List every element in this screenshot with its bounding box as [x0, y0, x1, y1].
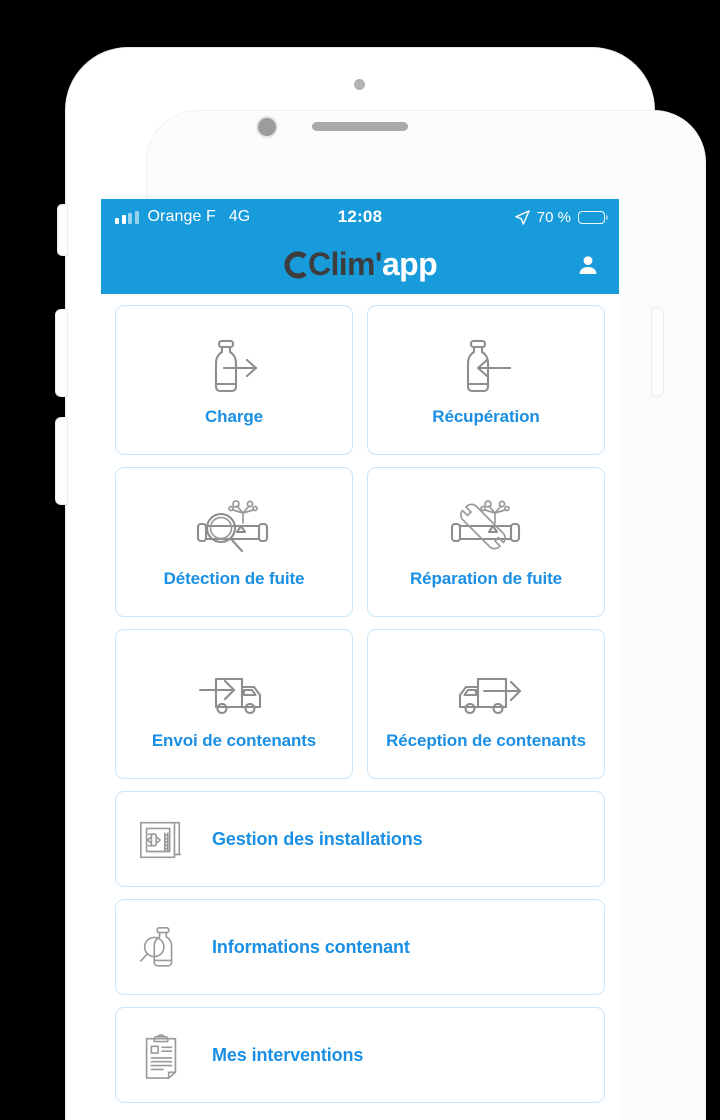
- truck-arrow-out-icon: [438, 656, 534, 728]
- tile-label: Réparation de fuite: [409, 569, 563, 589]
- cylinder-arrow-in-icon: [447, 332, 525, 404]
- tile-reparation-de-fuite[interactable]: Réparation de fuite: [367, 467, 605, 617]
- logo-c-mark-icon: [283, 249, 308, 281]
- tile-reception-de-contenants[interactable]: Réception de contenants: [367, 629, 605, 779]
- app-header: Clim' app: [101, 235, 619, 294]
- truck-arrow-in-icon: [186, 656, 282, 728]
- tile-charge[interactable]: Charge: [115, 305, 353, 455]
- location-arrow-icon: [515, 209, 530, 225]
- tile-label: Envoi de contenants: [151, 731, 317, 751]
- tile-label: Détection de fuite: [163, 569, 305, 589]
- phone-screen: Orange F 4G 12:08 70 % Clim' app Charge …: [101, 199, 619, 1120]
- status-bar-left: Orange F 4G: [115, 208, 250, 226]
- tile-label: Mes interventions: [212, 1044, 364, 1065]
- tile-label: Charge: [205, 407, 263, 427]
- carrier-name: Orange F: [147, 208, 216, 225]
- volume-down-button[interactable]: [56, 418, 67, 504]
- tile-label: Informations contenant: [212, 936, 410, 957]
- tile-detection-de-fuite[interactable]: Détection de fuite: [115, 467, 353, 617]
- proximity-sensor-icon: [354, 79, 365, 90]
- status-bar: Orange F 4G 12:08 70 %: [101, 199, 619, 235]
- app-logo-light-text: app: [381, 246, 438, 282]
- battery-percent-label: 70 %: [536, 208, 571, 226]
- tile-mes-interventions[interactable]: Mes interventions: [115, 1007, 605, 1103]
- screenshot-stage: Orange F 4G 12:08 70 % Clim' app Charge …: [0, 0, 720, 1120]
- home-menu: Charge Récupération Détection de fuite R…: [101, 294, 619, 1103]
- tile-gestion-des-installations[interactable]: Gestion des installations: [115, 791, 605, 887]
- status-bar-right: 70 %: [515, 208, 608, 226]
- tile-informations-contenant[interactable]: Informations contenant: [115, 899, 605, 995]
- tile-label: Gestion des installations: [212, 828, 423, 849]
- clipboard-document-icon: [136, 1029, 186, 1081]
- earpiece-speaker-icon: [312, 122, 408, 131]
- tile-label: Réception de contenants: [386, 731, 586, 751]
- pipe-wrench-leak-icon: [438, 494, 534, 566]
- person-icon: [576, 253, 600, 277]
- pipe-magnifier-leak-icon: [186, 494, 282, 566]
- silent-switch-button[interactable]: [58, 205, 67, 255]
- tile-recuperation[interactable]: Récupération: [367, 305, 605, 455]
- action-tile-grid: Charge Récupération Détection de fuite R…: [115, 305, 605, 779]
- profile-button[interactable]: [573, 250, 603, 280]
- front-camera-icon: [258, 118, 276, 136]
- wide-tile-list: Gestion des installations Informations c…: [115, 791, 605, 1103]
- power-button[interactable]: [652, 308, 663, 396]
- volume-up-button[interactable]: [56, 310, 67, 396]
- cylinder-arrow-out-icon: [195, 332, 273, 404]
- signal-strength-icon: [115, 210, 139, 224]
- blueprint-schematic-icon: [136, 813, 186, 865]
- network-type: 4G: [228, 208, 251, 225]
- battery-icon: [578, 210, 608, 224]
- tile-envoi-de-contenants[interactable]: Envoi de contenants: [115, 629, 353, 779]
- app-logo-dark-text: Clim': [307, 246, 383, 282]
- cylinder-magnifier-icon: [136, 921, 186, 973]
- tile-label: Récupération: [432, 407, 540, 427]
- app-logo: Clim' app: [283, 246, 438, 283]
